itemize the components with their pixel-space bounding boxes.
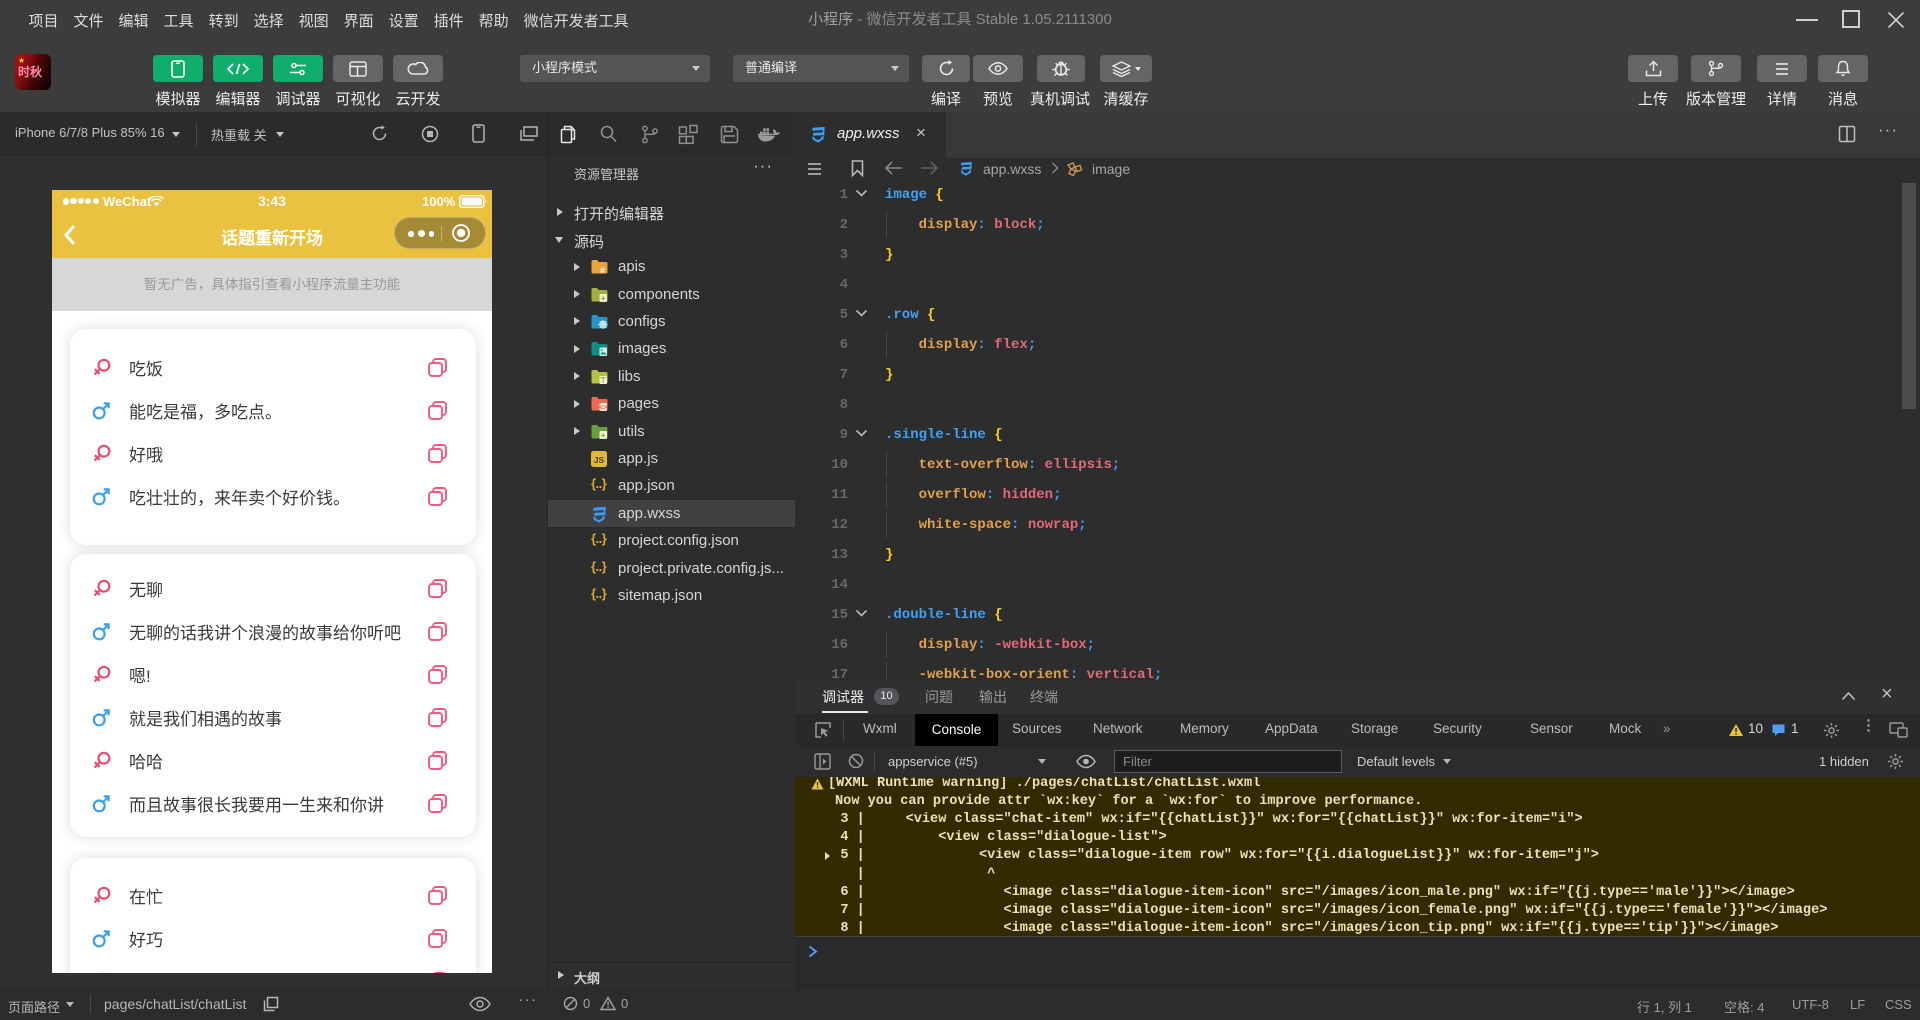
svg-text:JS: JS: [594, 455, 605, 465]
svg-text:<>: <>: [599, 405, 607, 412]
svg-text:+: +: [601, 293, 606, 302]
svg-text:+: +: [601, 430, 606, 439]
svg-text:#: #: [600, 266, 605, 275]
